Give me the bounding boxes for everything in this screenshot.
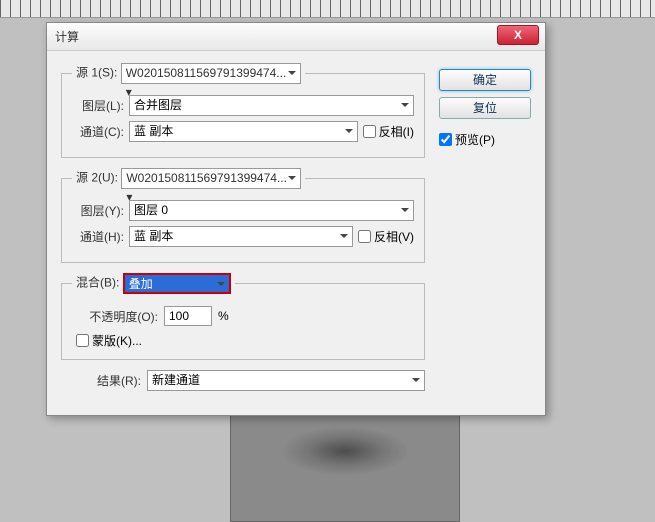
source2-layer-label: 图层(Y): xyxy=(72,202,124,219)
dialog-titlebar[interactable]: 计算 X xyxy=(47,23,545,51)
source1-layer-select[interactable]: 合并图层 xyxy=(129,95,414,116)
source1-invert-label: 反相(I) xyxy=(379,123,414,140)
opacity-input[interactable]: 100 xyxy=(164,306,212,326)
source2-legend: 源 2(U): W020150811569791399474... ▾ xyxy=(72,168,305,189)
source1-invert-checkbox[interactable]: 反相(I) xyxy=(363,123,414,140)
ok-button[interactable]: 确定 xyxy=(439,69,531,91)
dialog-left-column: 源 1(S): W020150811569791399474... ▾ 图层(L… xyxy=(61,63,425,397)
source1-file-select[interactable]: W020150811569791399474... ▾ xyxy=(121,63,301,84)
dialog-body: 源 1(S): W020150811569791399474... ▾ 图层(L… xyxy=(47,51,545,415)
calculations-dialog: 计算 X 源 1(S): W020150811569791399474... ▾… xyxy=(46,22,546,416)
source2-invert-label: 反相(V) xyxy=(374,228,414,245)
preview-input[interactable] xyxy=(439,133,452,146)
source2-channel-select[interactable]: 蓝 副本 xyxy=(129,226,353,247)
blend-mode-select[interactable]: 叠加 xyxy=(123,273,231,294)
blend-label: 混合(B): xyxy=(76,276,119,290)
source2-file-select[interactable]: W020150811569791399474... ▾ xyxy=(121,168,301,189)
source2-label: 源 2(U): xyxy=(76,171,118,185)
close-button[interactable]: X xyxy=(497,25,539,45)
mask-checkbox[interactable]: 蒙版(K)... xyxy=(76,332,414,349)
source1-group: 源 1(S): W020150811569791399474... ▾ 图层(L… xyxy=(61,63,425,158)
source2-invert-input[interactable] xyxy=(358,230,371,243)
source1-legend: 源 1(S): W020150811569791399474... ▾ xyxy=(72,63,305,84)
dialog-right-column: 确定 复位 预览(P) xyxy=(439,63,531,397)
source2-invert-checkbox[interactable]: 反相(V) xyxy=(358,228,414,245)
result-label: 结果(R): xyxy=(89,372,141,389)
preview-checkbox[interactable]: 预览(P) xyxy=(439,131,531,148)
source1-channel-select[interactable]: 蓝 副本 xyxy=(129,121,358,142)
source2-group: 源 2(U): W020150811569791399474... ▾ 图层(Y… xyxy=(61,168,425,263)
ruler-horizontal xyxy=(0,0,655,18)
source2-channel-label: 通道(H): xyxy=(72,228,124,245)
source1-label: 源 1(S): xyxy=(76,66,117,80)
cancel-button[interactable]: 复位 xyxy=(439,97,531,119)
blend-legend: 混合(B): 叠加 xyxy=(72,273,235,294)
mask-label: 蒙版(K)... xyxy=(92,332,142,349)
source1-invert-input[interactable] xyxy=(363,125,376,138)
preview-label: 预览(P) xyxy=(455,131,495,148)
source2-layer-select[interactable]: 图层 0 xyxy=(129,200,414,221)
opacity-label: 不透明度(O): xyxy=(74,308,158,325)
result-select[interactable]: 新建通道 xyxy=(147,370,425,391)
blend-group: 混合(B): 叠加 不透明度(O): 100 % 蒙版(K)... xyxy=(61,273,425,360)
opacity-suffix: % xyxy=(218,309,229,323)
source1-channel-label: 通道(C): xyxy=(72,123,124,140)
mask-input[interactable] xyxy=(76,334,89,347)
source1-layer-label: 图层(L): xyxy=(72,97,124,114)
dialog-title: 计算 xyxy=(55,28,79,45)
